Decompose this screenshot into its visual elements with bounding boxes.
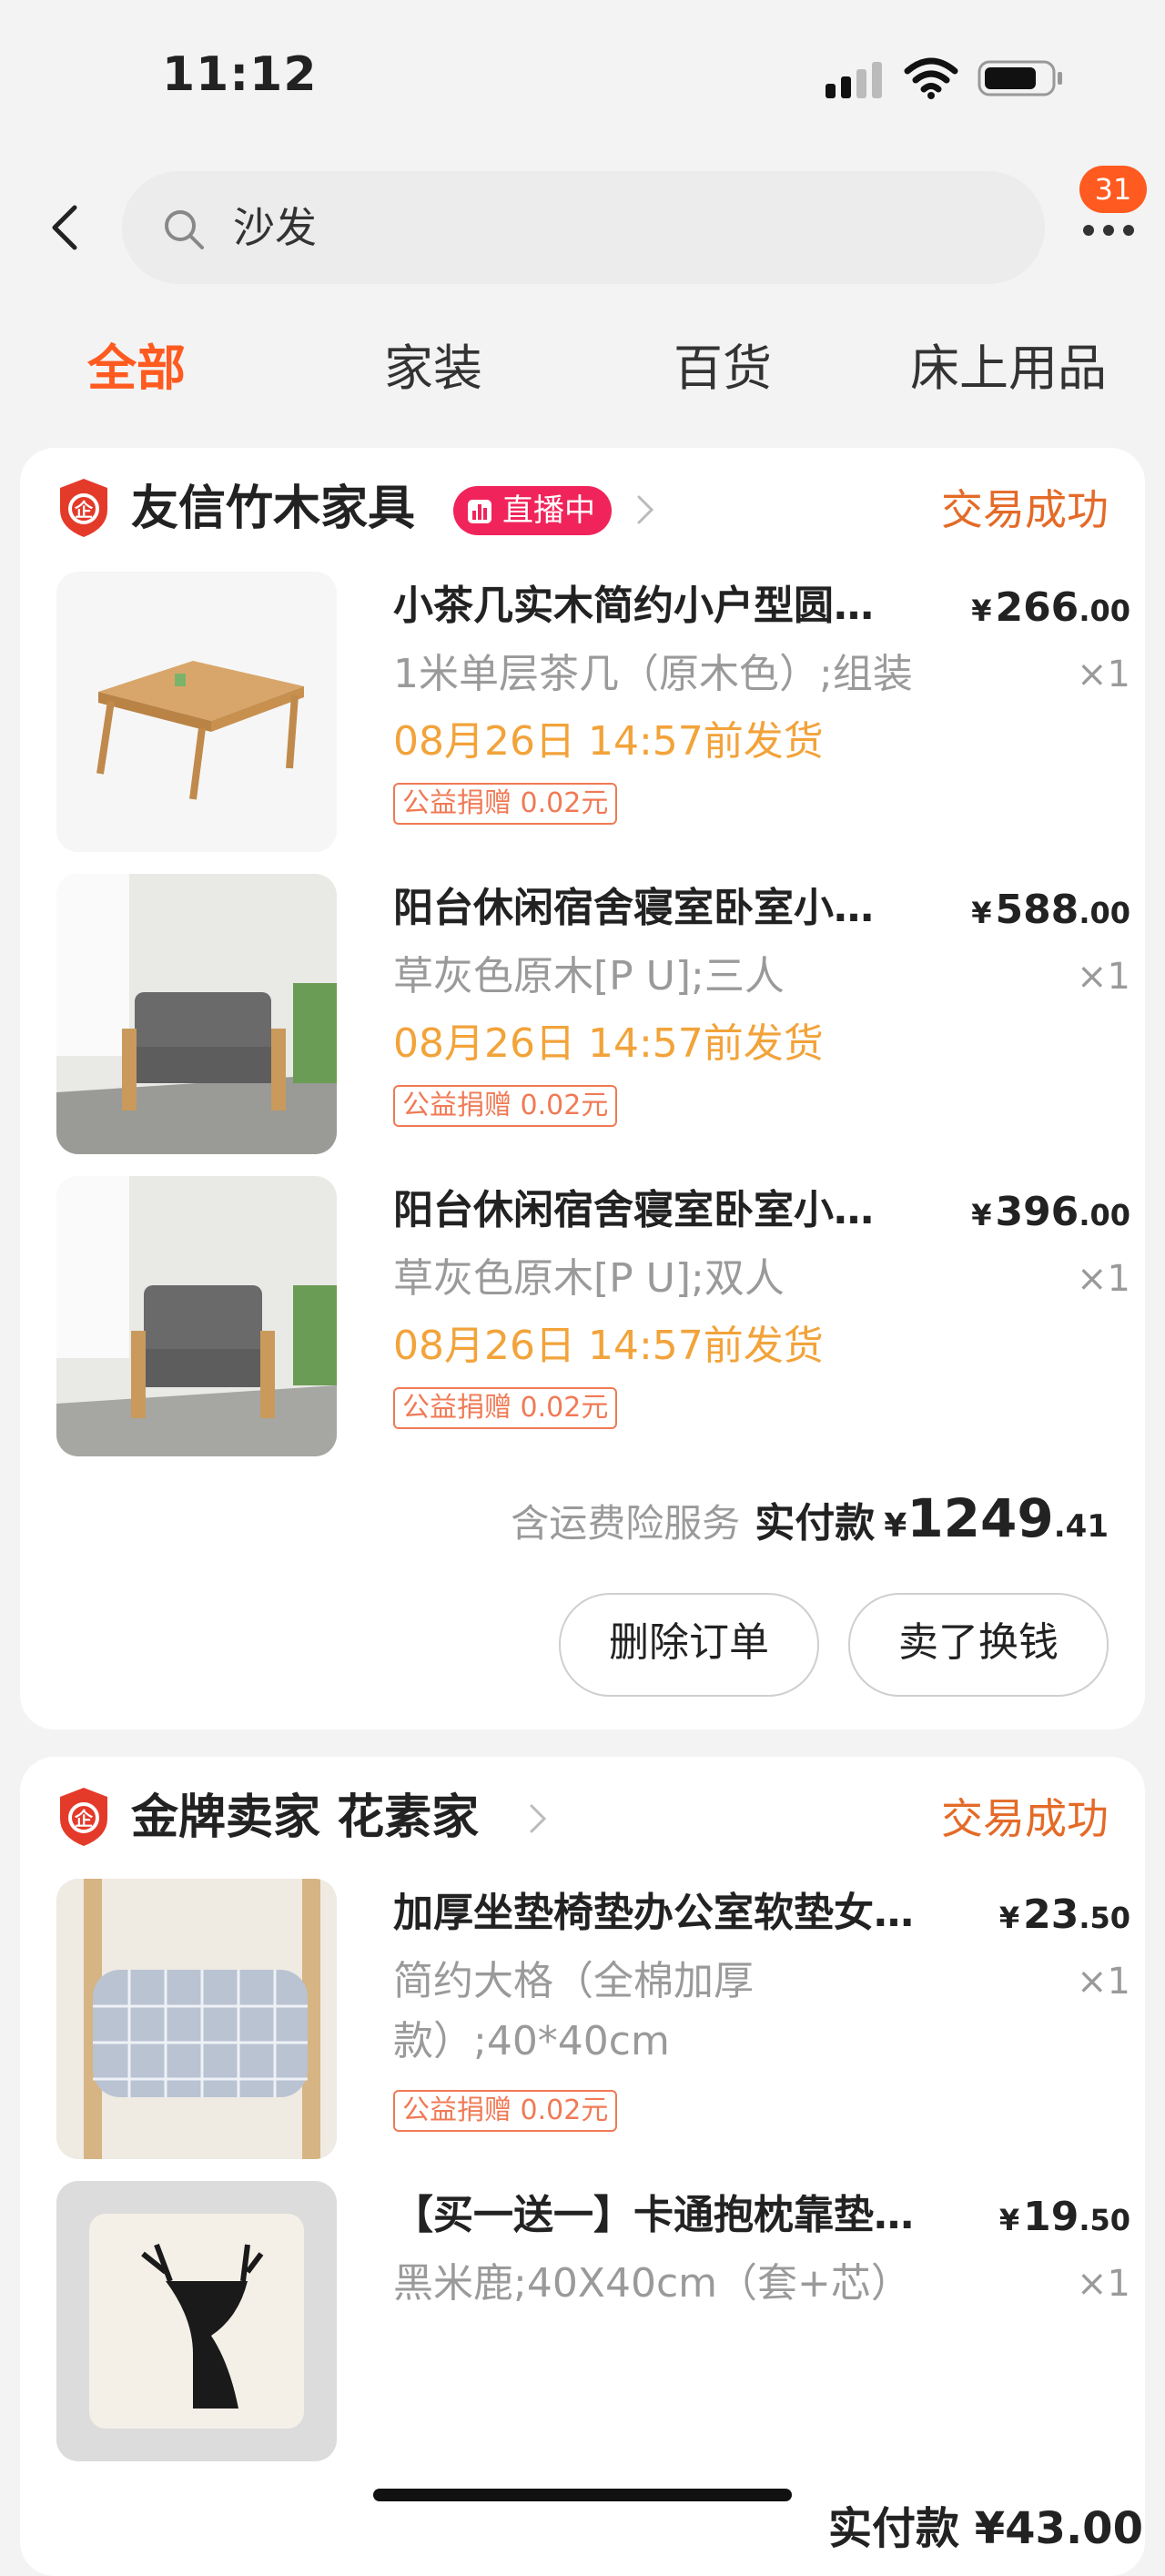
resell-button[interactable]: 卖了换钱 <box>848 1593 1109 1697</box>
order-item[interactable]: 【买一送一】卡通抱枕靠垫… ¥19.50 黑米鹿;40X40cm（套+芯） ×1 <box>56 2181 1130 2463</box>
item-quantity: ×1 <box>1077 1961 1130 2003</box>
donation-tag: 公益捐赠 0.02元 <box>393 1085 618 1127</box>
product-image[interactable] <box>56 874 337 1154</box>
order-item[interactable]: 阳台休闲宿舍寝室卧室小… ¥588.00 草灰色原木[P U];三人 ×1 08… <box>56 874 1130 1156</box>
status-time: 11:12 <box>162 47 318 102</box>
shield-logo-icon: 企 <box>60 1788 107 1846</box>
product-image[interactable] <box>56 2181 337 2461</box>
item-title[interactable]: 【买一送一】卡通抱枕靠垫… <box>393 2186 957 2245</box>
item-title[interactable]: 阳台休闲宿舍寝室卧室小… <box>393 879 957 938</box>
signal-icon <box>826 62 882 98</box>
paid-amount: 1249 <box>907 1487 1054 1549</box>
donation-tag: 公益捐赠 0.02元 <box>393 1387 618 1429</box>
item-title[interactable]: 阳台休闲宿舍寝室卧室小… <box>393 1182 957 1240</box>
item-spec: 黑米鹿;40X40cm（套+芯） <box>393 2260 911 2307</box>
tab-home-decor[interactable]: 家装 <box>384 332 482 405</box>
item-spec: 1米单层茶几（原木色）;组装 <box>393 651 913 697</box>
svg-text:企: 企 <box>74 1808 94 1830</box>
item-title[interactable]: 加厚坐垫椅垫办公室软垫女… <box>393 1884 957 1942</box>
live-badge[interactable]: 直播中 <box>453 486 612 535</box>
shop-row[interactable]: 企 金牌卖家 花素家 交易成功 <box>56 1777 1109 1859</box>
back-icon[interactable] <box>47 202 84 253</box>
sofa-image <box>56 874 337 1154</box>
shield-logo-icon: 企 <box>60 479 107 537</box>
battery-icon <box>978 60 1062 96</box>
cushion-image <box>56 1879 337 2159</box>
product-image[interactable] <box>56 1879 337 2159</box>
chevron-right-icon <box>530 1804 547 1833</box>
order-item[interactable]: 阳台休闲宿舍寝室卧室小… ¥396.00 草灰色原木[P U];双人 ×1 08… <box>56 1176 1130 1458</box>
chevron-right-icon <box>637 495 654 524</box>
product-image[interactable] <box>56 572 337 852</box>
item-quantity: ×1 <box>1077 654 1130 695</box>
order-card[interactable]: 企 金牌卖家 花素家 交易成功 加厚坐垫椅垫办公室软垫女… ¥23.50 简约大… <box>20 1757 1145 2576</box>
tab-general-goods[interactable]: 百货 <box>674 332 772 405</box>
donation-tag: 公益捐赠 0.02元 <box>393 2090 618 2132</box>
status-bar: 11:12 <box>0 0 1165 155</box>
notification-badge: 31 <box>1079 166 1147 213</box>
coffee-table-image <box>56 572 337 852</box>
order-card[interactable]: 企 友信竹木家具 直播中 交易成功 小茶几实木简约小户型圆… ¥266.00 1… <box>20 448 1145 1729</box>
item-price: ¥266.00 <box>971 584 1130 631</box>
shop-name[interactable]: 金牌卖家 花素家 <box>131 1784 479 1851</box>
delete-order-button[interactable]: 删除订单 <box>559 1593 819 1697</box>
category-tabs: 全部 家装 百货 床上用品 <box>0 323 1165 414</box>
order-total: 含运费险服务 实付款 ¥1249.41 <box>511 1487 1109 1549</box>
search-input[interactable]: 沙发 <box>122 171 1045 284</box>
search-header: 沙发 31 <box>0 155 1165 300</box>
tab-all[interactable]: 全部 <box>87 332 186 405</box>
order-item[interactable]: 小茶几实木简约小户型圆… ¥266.00 1米单层茶几（原木色）;组装 ×1 0… <box>56 572 1130 854</box>
search-query: 沙发 <box>233 203 317 252</box>
ship-deadline: 08月26日 14:57前发货 <box>393 1020 824 1067</box>
order-status: 交易成功 <box>941 1794 1109 1843</box>
item-price: ¥588.00 <box>971 887 1130 933</box>
item-spec: 简约大格（全棉加厚款）;40*40cm <box>393 1958 754 2064</box>
item-price: ¥396.00 <box>971 1189 1130 1235</box>
item-spec: 草灰色原木[P U];三人 <box>393 953 785 999</box>
item-spec: 草灰色原木[P U];双人 <box>393 1255 785 1302</box>
search-icon <box>165 210 204 249</box>
shipping-insurance-note: 含运费险服务 <box>511 1501 741 1546</box>
sofa-image <box>56 1176 337 1456</box>
item-quantity: ×1 <box>1077 1258 1130 1300</box>
wifi-icon <box>904 57 958 99</box>
donation-tag: 公益捐赠 0.02元 <box>393 783 618 825</box>
item-quantity: ×1 <box>1077 956 1130 998</box>
item-title[interactable]: 小茶几实木简约小户型圆… <box>393 577 957 635</box>
order-item[interactable]: 加厚坐垫椅垫办公室软垫女… ¥23.50 简约大格（全棉加厚款）;40*40cm… <box>56 1879 1130 2161</box>
item-price: ¥19.50 <box>998 2194 1130 2240</box>
live-bars-icon <box>468 500 491 523</box>
item-price: ¥23.50 <box>998 1891 1130 1938</box>
svg-text:企: 企 <box>74 499 94 521</box>
order-total-peek: 实付款 ¥43.00 <box>828 2503 1143 2554</box>
product-image[interactable] <box>56 1176 337 1456</box>
order-status: 交易成功 <box>941 485 1109 534</box>
ship-deadline: 08月26日 14:57前发货 <box>393 718 824 765</box>
home-indicator[interactable] <box>373 2489 792 2501</box>
shop-name[interactable]: 友信竹木家具 <box>131 475 415 543</box>
shop-row[interactable]: 企 友信竹木家具 直播中 交易成功 <box>56 468 1109 550</box>
tab-bedding[interactable]: 床上用品 <box>910 332 1107 405</box>
deer-pillow-image <box>56 2181 337 2461</box>
paid-label: 实付款 <box>755 1500 876 1547</box>
more-icon[interactable] <box>1081 224 1136 237</box>
live-label: 直播中 <box>502 492 595 529</box>
ship-deadline: 08月26日 14:57前发货 <box>393 1323 824 1369</box>
item-quantity: ×1 <box>1077 2263 1130 2305</box>
